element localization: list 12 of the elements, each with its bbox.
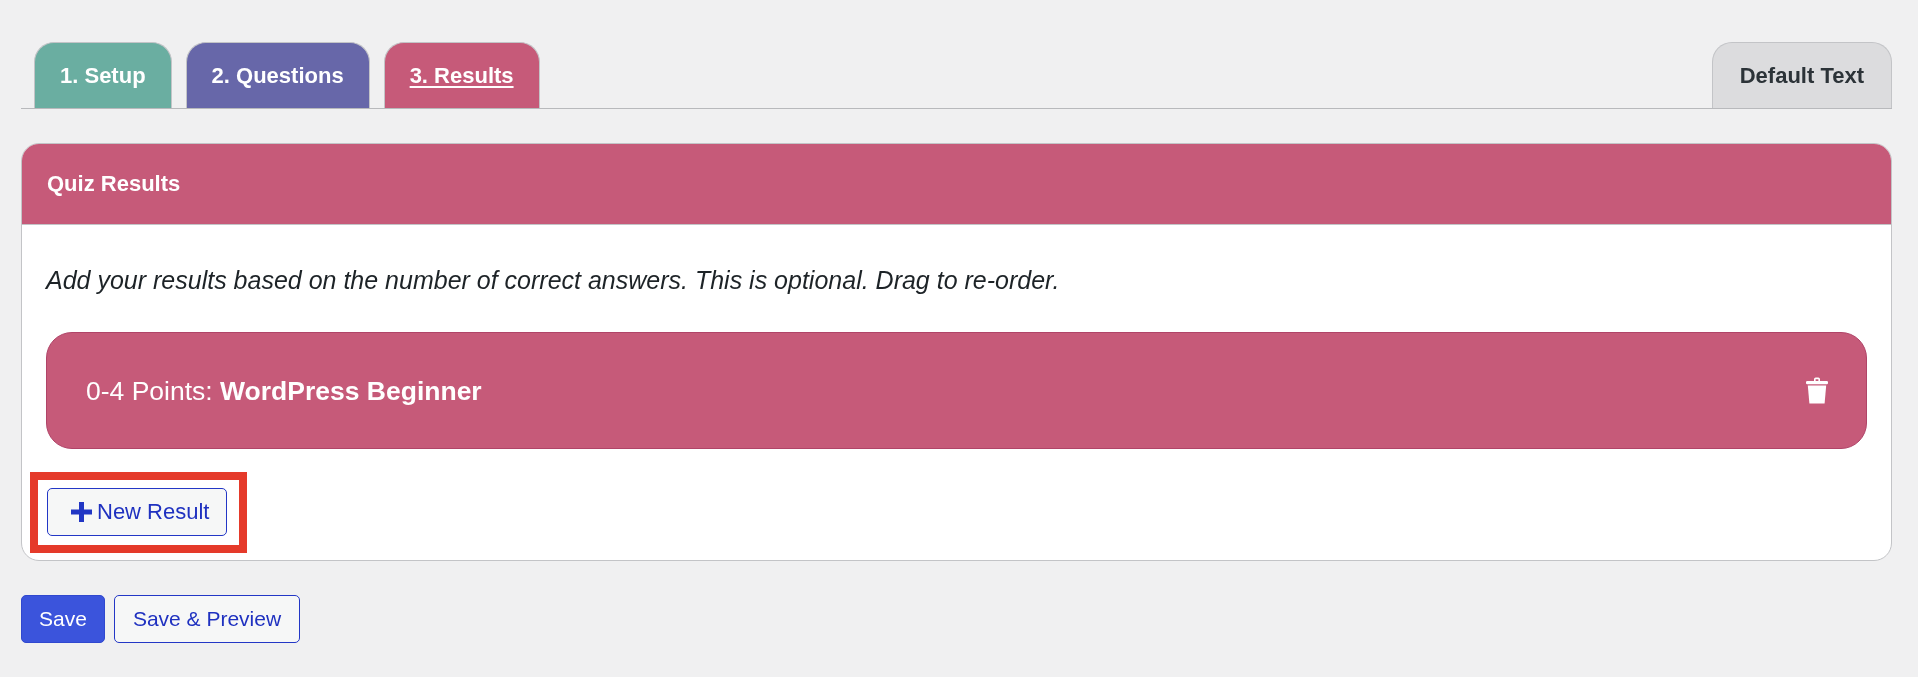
panel-title: Quiz Results xyxy=(47,170,181,198)
tab[interactable]: 3. Results xyxy=(383,42,540,108)
result-label: 0-4 Points: WordPress Beginner xyxy=(86,374,482,407)
trash-icon[interactable] xyxy=(1806,377,1828,404)
tab[interactable]: 2. Questions xyxy=(185,42,370,108)
description-text: Add your results based on the number of correct answers. This is optional. Drag to re-order. xyxy=(46,265,1061,295)
save-button[interactable]: Save xyxy=(21,595,105,643)
result-item[interactable]: 0-4 Points: WordPress Beginner xyxy=(46,332,1867,449)
tab[interactable]: Default Text xyxy=(1711,42,1892,108)
save-preview-button[interactable]: Save & Preview xyxy=(113,595,301,643)
new-result-button[interactable]: New Result xyxy=(47,488,228,536)
plus-icon xyxy=(71,502,92,522)
